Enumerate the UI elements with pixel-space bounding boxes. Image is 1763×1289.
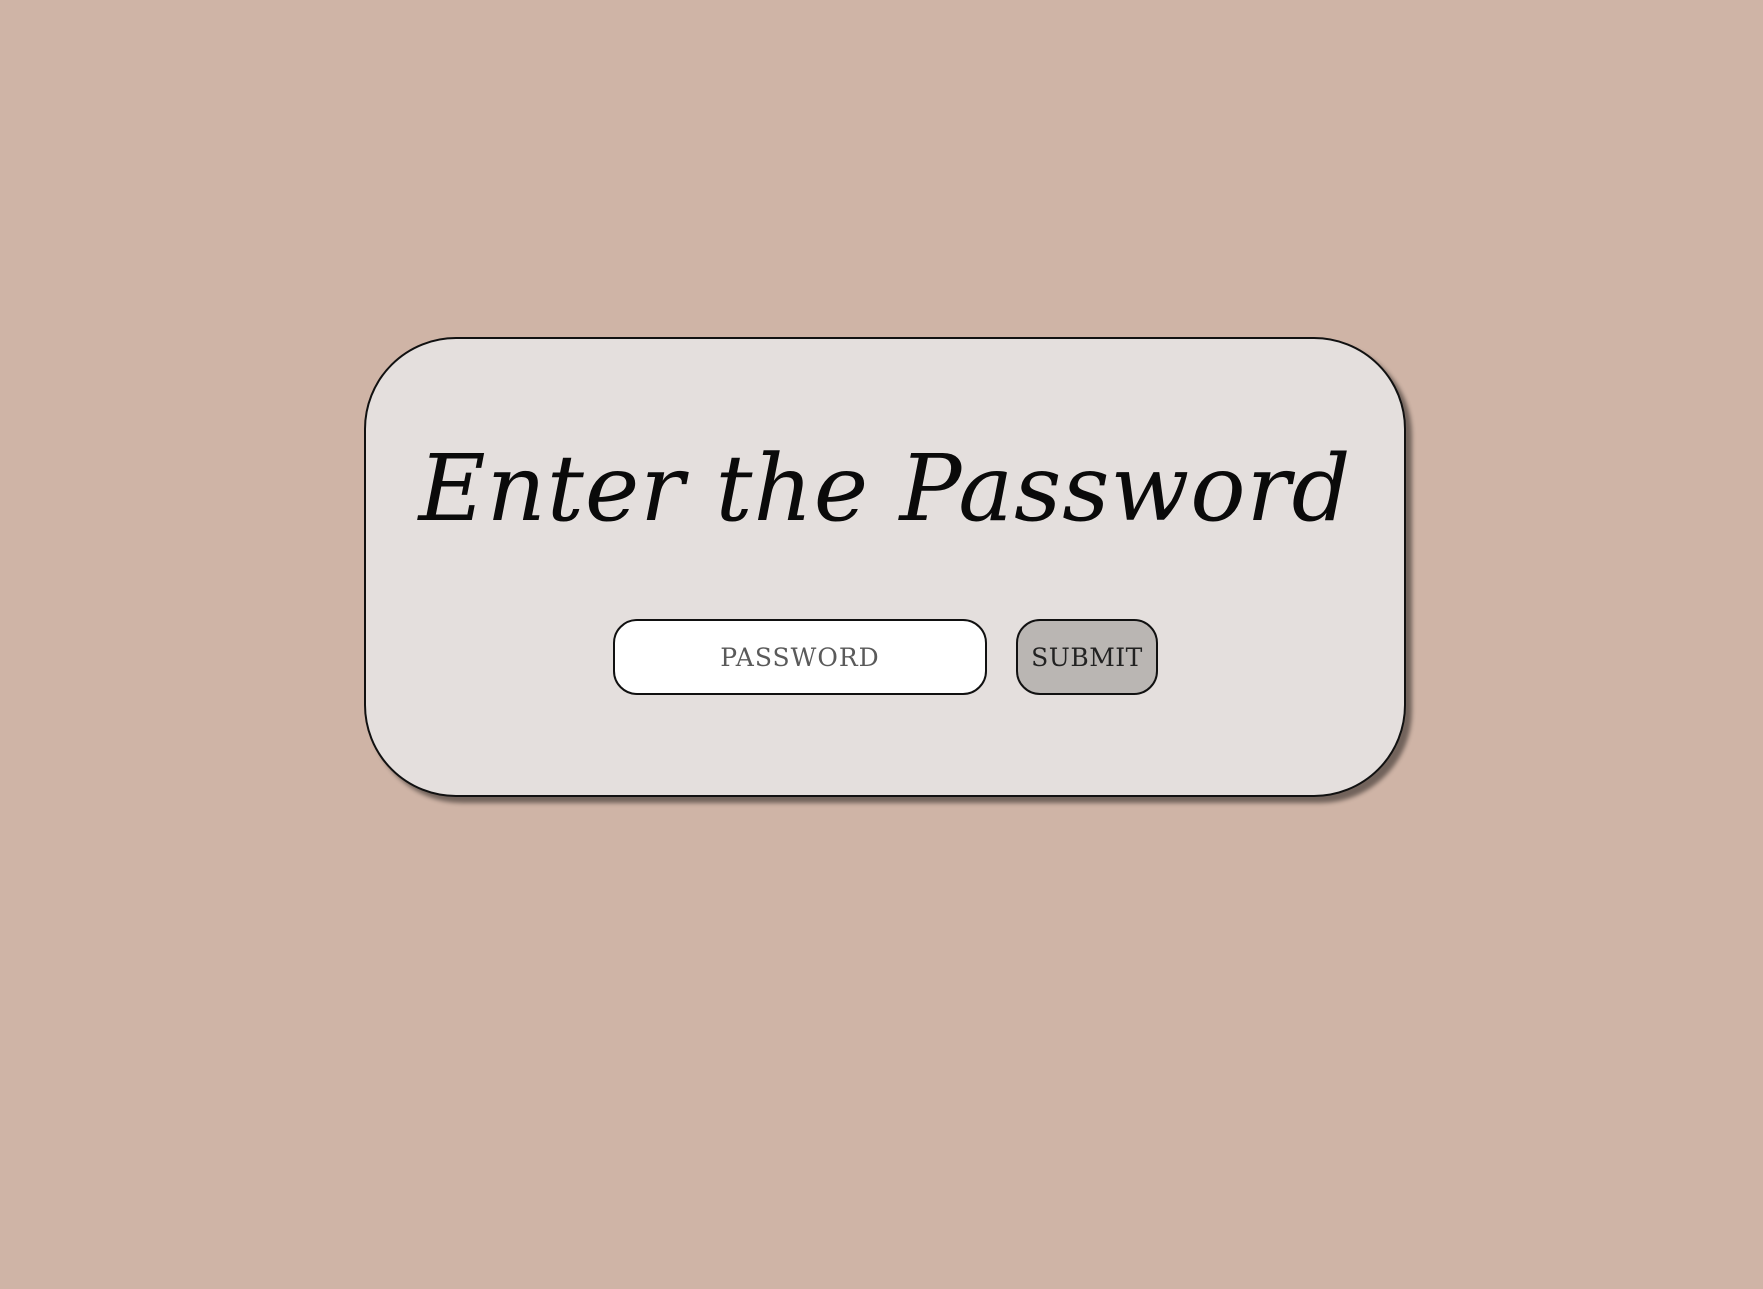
password-input[interactable]	[613, 619, 987, 695]
submit-button[interactable]: SUBMIT	[1016, 619, 1158, 695]
page-title: Enter the Password	[418, 435, 1352, 542]
password-card: Enter the Password SUBMIT	[364, 337, 1406, 797]
